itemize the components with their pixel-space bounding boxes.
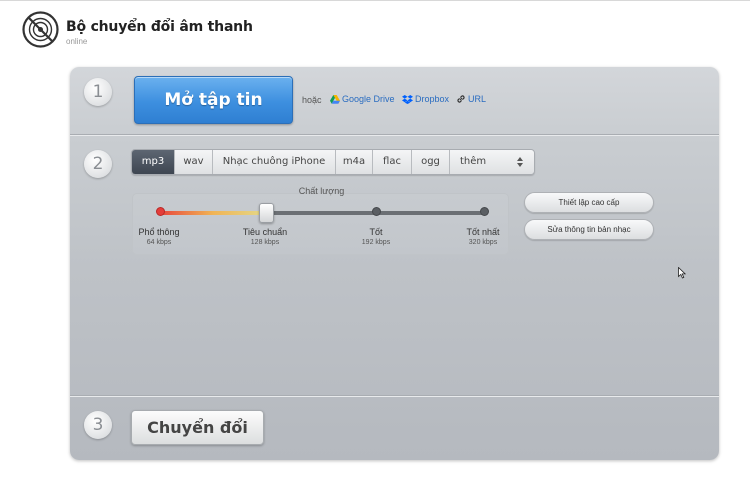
convert-button[interactable]: Chuyển đổi [131,410,264,445]
more-formats-label: thêm [460,156,487,167]
url-label: URL [468,94,487,104]
converter-panel: 1 Mở tập tin hoặc Google Drive Dropbox U… [70,67,719,460]
step-2-badge: 2 [84,150,112,178]
open-file-button[interactable]: Mở tập tin [134,76,293,124]
quality-level-rate: 64 kbps [146,239,172,246]
edit-track-info-button[interactable]: Sửa thông tin bản nhạc [524,219,654,240]
quality-label: Chất lượng [298,186,345,196]
quality-stop-4[interactable] [480,207,489,216]
quality-slider-fill [160,211,266,215]
tab-iphone-ringtone[interactable]: Nhạc chuông iPhone [213,150,336,174]
link-icon [457,95,465,103]
quality-slider-handle[interactable] [259,203,274,223]
select-down-arrow-icon [517,163,523,167]
quality-level-name: Phổ thông [138,227,180,237]
more-formats-select[interactable]: thêm [450,150,534,174]
step-3-badge: 3 [84,411,112,439]
quality-level-name: Tốt nhất [466,227,500,237]
step-1-badge: 1 [84,78,112,106]
quality-level-rate: 192 kbps [361,239,391,246]
dropbox-label: Dropbox [415,94,450,104]
quality-stop-3[interactable] [372,207,381,216]
tab-mp3[interactable]: mp3 [132,150,175,174]
format-tabs: mp3 wav Nhạc chuông iPhone m4a flac ogg … [131,149,535,175]
select-up-arrow-icon [517,157,523,161]
dropbox-icon [402,95,413,104]
app-title: Bộ chuyển đổi âm thanh [66,19,253,35]
dropbox-link[interactable]: Dropbox [402,94,449,104]
quality-slider-track[interactable] [160,211,485,215]
app-subtitle: online [66,37,88,46]
google-drive-link[interactable]: Google Drive [330,94,395,104]
url-link[interactable]: URL [456,94,486,104]
quality-level-rate: 320 kbps [468,239,498,246]
tab-wav[interactable]: wav [175,150,213,174]
quality-level-name: Tiêu chuẩn [242,227,288,237]
section-divider [70,395,719,397]
quality-stop-1[interactable] [156,207,165,216]
google-drive-label: Google Drive [342,94,395,104]
google-drive-icon [330,95,340,104]
tab-m4a[interactable]: m4a [336,150,373,174]
tab-flac[interactable]: flac [373,150,412,174]
quality-level-rate: 128 kbps [250,239,280,246]
or-label: hoặc [302,95,322,105]
top-divider [0,0,750,1]
advanced-settings-button[interactable]: Thiết lập cao cấp [524,192,654,213]
mouse-pointer-icon [678,267,686,279]
section-divider [70,134,719,136]
quality-level-name: Tốt [369,227,383,237]
quality-fieldset: Chất lượng Phổ thông 64 kbps Tiêu chuẩn … [132,186,509,255]
disc-logo-icon [22,11,59,48]
tab-ogg[interactable]: ogg [412,150,450,174]
